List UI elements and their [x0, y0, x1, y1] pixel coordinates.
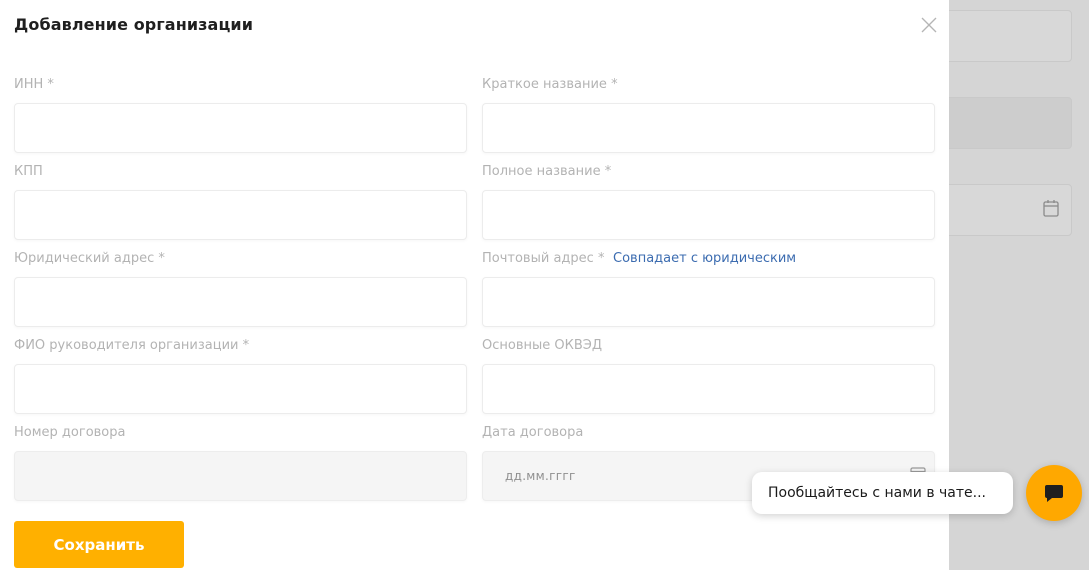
inn-label: ИНН *: [14, 77, 54, 92]
contract-date-label: Дата договора: [482, 425, 584, 440]
contract-number-label: Номер договора: [14, 425, 126, 440]
contract-date-placeholder: дд.мм.гггг: [505, 469, 576, 483]
same-as-legal-link[interactable]: Совпадает с юридическим: [613, 251, 796, 266]
director-label: ФИО руководителя организации *: [14, 338, 250, 353]
contract-number-input: [14, 451, 467, 501]
full-name-input[interactable]: [482, 190, 935, 240]
chat-invite-bubble[interactable]: Пообщайтесь с нами в чате...: [752, 472, 1013, 514]
chat-button[interactable]: [1026, 465, 1082, 521]
okved-label: Основные ОКВЭД: [482, 338, 603, 353]
inn-input[interactable]: [14, 103, 467, 153]
short-name-label: Краткое название *: [482, 77, 618, 92]
kpp-label: КПП: [14, 164, 43, 179]
save-button[interactable]: Сохранить: [14, 521, 184, 568]
postal-address-input[interactable]: [482, 277, 935, 327]
background-field: [930, 10, 1072, 62]
director-input[interactable]: [14, 364, 467, 414]
kpp-input[interactable]: [14, 190, 467, 240]
legal-address-input[interactable]: [14, 277, 467, 327]
background-field: [930, 97, 1072, 149]
chat-icon: [1045, 485, 1063, 502]
full-name-label: Полное название *: [482, 164, 612, 179]
postal-address-label: Почтовый адрес *: [482, 251, 605, 266]
okved-input[interactable]: [482, 364, 935, 414]
short-name-input[interactable]: [482, 103, 935, 153]
calendar-icon: [1043, 200, 1059, 217]
legal-address-label: Юридический адрес *: [14, 251, 165, 266]
close-icon[interactable]: [918, 14, 940, 36]
modal-title: Добавление организации: [14, 15, 254, 34]
